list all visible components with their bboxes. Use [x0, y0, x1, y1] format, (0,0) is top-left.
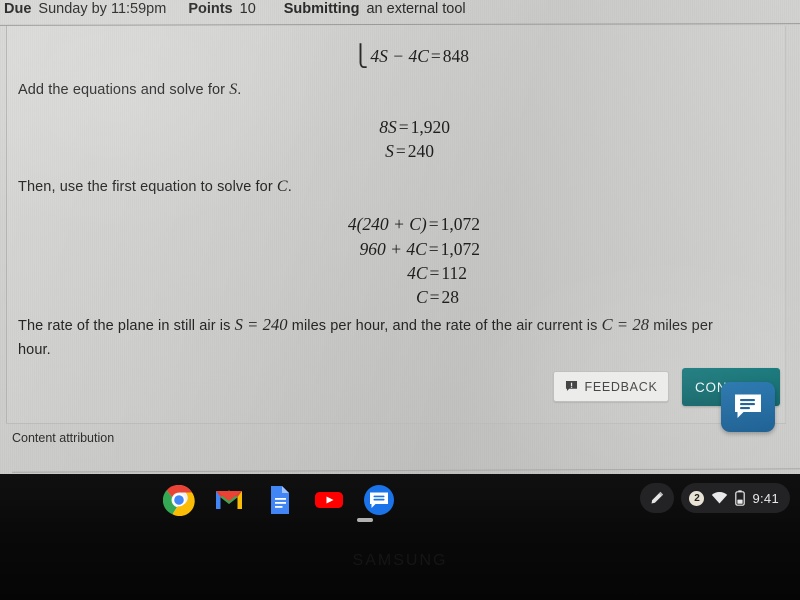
due-label: Due: [4, 1, 32, 17]
page-bottom-divider: [12, 468, 800, 473]
points-label: Points: [188, 1, 233, 17]
status-tray[interactable]: 2 9:41: [681, 483, 790, 513]
solve-c-3-eq: =: [429, 263, 440, 283]
feedback-button-label: FEEDBACK: [584, 379, 658, 394]
solve-c-4-rhs: 28: [441, 287, 460, 307]
system-brace: ⎩: [352, 44, 369, 68]
solve-c-line-2: 960 + 4C = 1,072: [7, 237, 480, 262]
chat-launcher-button[interactable]: [721, 382, 775, 432]
conclusion-part-3: miles per: [649, 318, 713, 334]
solve-c-3-rhs: 112: [441, 263, 467, 283]
instruction-2-text: Then, use the first equation to solve fo…: [18, 179, 277, 195]
instruction-1-text: Add the equations and solve for: [18, 82, 230, 98]
points-value: 10: [239, 1, 256, 17]
shelf-item-messages[interactable]: [363, 484, 395, 516]
gmail-icon: [216, 490, 242, 509]
solve-c-4-lhs: C: [415, 287, 428, 307]
submitting-label: Submitting: [283, 1, 360, 17]
card-bottom-divider: [6, 423, 786, 424]
solve-c-2-eq: =: [428, 239, 439, 259]
solve-s-1-lhs: 8S: [379, 117, 397, 137]
due-value: Sunday by 11:59pm: [38, 1, 167, 17]
conclusion-part-2: miles per hour, and the rate of the air …: [287, 318, 602, 334]
solve-c-4-eq: =: [429, 287, 440, 307]
assignment-meta-bar: Due Sunday by 11:59pm Points 10 Submitti…: [0, 0, 800, 22]
chrome-icon: [162, 484, 195, 517]
solve-s-1-eq: =: [398, 117, 409, 137]
shelf-drag-handle[interactable]: [357, 518, 373, 522]
assignment-content-card: ⎩ 4S − 4C = 848 Add the equations and solve…: [6, 26, 786, 423]
submitting-group: Submitting an external tool: [284, 1, 466, 17]
instruction-solve-for-c: Then, use the first equation to solve fo…: [18, 176, 292, 198]
instruction-add-equations: Add the equations and solve for S.: [18, 79, 241, 101]
equation-top-lhs: 4S − 4C: [370, 46, 429, 66]
equation-top-rhs: 848: [442, 46, 469, 66]
solve-c-line-4: C = 28: [7, 285, 459, 310]
solve-c-line-3: 4C = 112: [7, 261, 467, 286]
shelf-item-docs[interactable]: [263, 484, 295, 516]
conclusion-part-4: hour.: [18, 342, 51, 358]
docs-icon: [271, 486, 289, 514]
conclusion-line-1: The rate of the plane in still air is S …: [18, 314, 778, 337]
shelf-item-gmail[interactable]: [213, 484, 245, 516]
solve-s-2-eq: =: [395, 141, 406, 161]
due-group: Due Sunday by 11:59pm: [4, 1, 166, 17]
chat-bubble-icon: [733, 393, 763, 421]
instruction-1-period: .: [237, 82, 242, 98]
solve-s-2-rhs: 240: [407, 141, 434, 161]
laptop-screen: Due Sunday by 11:59pm Points 10 Submitti…: [0, 0, 800, 474]
shelf-item-youtube[interactable]: [313, 484, 345, 516]
submitting-value: an external tool: [366, 1, 466, 17]
solve-c-1-eq: =: [428, 214, 439, 234]
device-brand-logo: SAMSUNG: [352, 552, 448, 569]
solve-s-line-1: 8S = 1,920: [7, 115, 450, 140]
conclusion-part-1: The rate of the plane in still air is: [18, 318, 235, 334]
wifi-icon: [711, 491, 728, 505]
solve-s-2-lhs: S: [385, 141, 394, 161]
solve-c-line-1: 4(240 + C) = 1,072: [7, 212, 480, 237]
solve-c-1-rhs: 1,072: [440, 214, 480, 234]
battery-icon: [735, 490, 746, 506]
shelf-item-chrome[interactable]: [162, 484, 195, 517]
conclusion-math-s: S = 240: [234, 315, 288, 334]
laptop-bezel: SAMSUNG: [0, 522, 800, 600]
youtube-icon: [315, 492, 343, 508]
solve-c-2-lhs: 960 + 4C: [359, 239, 427, 259]
solve-s-line-2: S = 240: [7, 139, 434, 164]
solve-s-1-rhs: 1,920: [410, 117, 450, 137]
feedback-button[interactable]: FEEDBACK: [553, 371, 669, 402]
instruction-2-period: .: [287, 179, 292, 195]
stylus-tray-button[interactable]: [640, 483, 675, 513]
content-attribution-link[interactable]: Content attribution: [12, 431, 114, 445]
content-attribution-label: Content attribution: [12, 431, 115, 445]
instruction-2-variable: C: [276, 178, 288, 195]
conclusion-math-c: C = 28: [601, 315, 650, 334]
solve-c-1-lhs: 4(240 + C): [347, 214, 427, 234]
feedback-bubble-icon: [565, 380, 578, 393]
messages-icon: [364, 485, 394, 515]
notification-count-badge: 2: [689, 490, 705, 506]
points-group: Points 10: [188, 1, 255, 17]
equation-system-fragment: ⎩ 4S − 4C = 848: [7, 43, 469, 69]
solve-c-2-rhs: 1,072: [440, 239, 480, 259]
system-tray: 2 9:41: [640, 483, 790, 513]
conclusion-line-2: hour.: [18, 339, 51, 361]
shelf-app-list: [162, 484, 395, 517]
solve-c-3-lhs: 4C: [407, 263, 428, 283]
stylus-icon: [651, 491, 664, 504]
tray-clock: 9:41: [752, 490, 779, 506]
equation-top-eq: =: [430, 46, 441, 66]
